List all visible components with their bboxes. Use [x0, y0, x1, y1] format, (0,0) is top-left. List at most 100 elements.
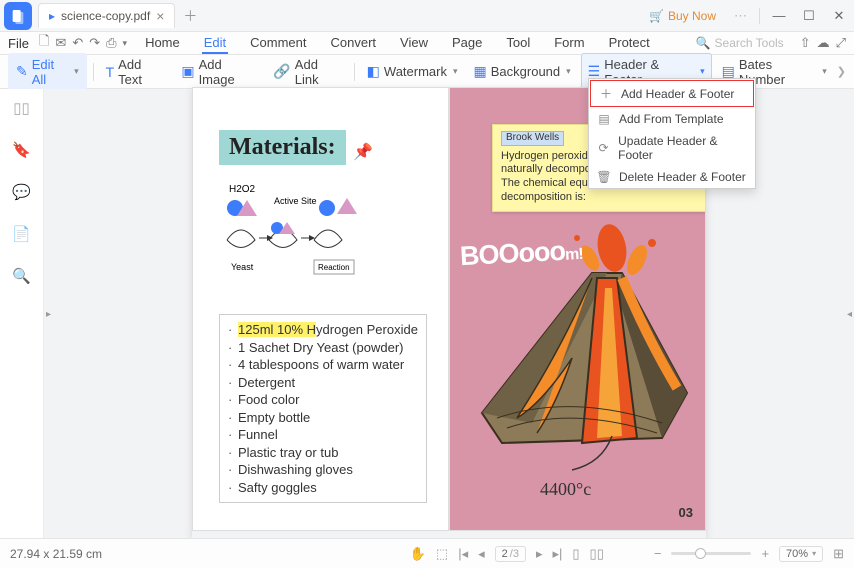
expand-right-icon[interactable]: ◂ [847, 309, 852, 320]
add-image-label: Add Image [199, 57, 258, 87]
new-tab-button[interactable]: ＋ [183, 6, 197, 26]
menu-label: Add From Template [619, 112, 724, 126]
sticky-author: Brook Wells [501, 131, 564, 146]
current-page: 2 [502, 548, 508, 560]
pdf-icon: ▸ [49, 9, 55, 23]
tab-home[interactable]: Home [143, 33, 182, 54]
mail-icon[interactable]: ✉ [55, 35, 66, 51]
hand-tool-icon[interactable]: ✋ [410, 546, 426, 562]
boom-text: BOOooom! [459, 235, 583, 272]
chemistry-diagram: H2O2 Active Site Yeast Reaction [219, 180, 379, 280]
tab-edit[interactable]: Edit [202, 33, 228, 54]
template-icon: ▤ [597, 112, 611, 126]
zoom-in-icon[interactable]: + [761, 546, 769, 561]
materials-heading: Materials: [219, 130, 346, 165]
tab-protect[interactable]: Protect [607, 33, 652, 54]
expand-left-icon[interactable]: ▸ [46, 309, 51, 320]
fit-page-icon[interactable]: ⊞ [833, 546, 844, 562]
menu-label: Upadate Header & Footer [618, 134, 747, 162]
list-item: 1 Sachet Dry Yeast (powder) [238, 339, 403, 357]
single-page-icon[interactable]: ▯ [572, 546, 579, 562]
two-page-icon[interactable]: ▯▯ [590, 546, 604, 562]
zoom-out-icon[interactable]: − [654, 546, 662, 561]
menu-label: Delete Header & Footer [619, 170, 746, 184]
print-icon[interactable]: ⎙ [106, 35, 116, 51]
app-icon [4, 2, 32, 30]
user-menu-icon[interactable]: ⋯ [734, 8, 747, 24]
undo-icon[interactable]: ↶ [72, 35, 83, 51]
save-icon[interactable]: 🗋 [39, 32, 49, 54]
fullscreen-icon[interactable]: ⤢ [836, 35, 846, 51]
cloud-icon[interactable]: ☁ [817, 35, 830, 51]
zoom-thumb[interactable] [695, 548, 706, 559]
zoom-level[interactable]: 70%▾ [779, 546, 823, 562]
list-item: Detergent [238, 374, 295, 392]
tab-comment[interactable]: Comment [248, 33, 308, 54]
thumbnails-icon[interactable]: ▯▯ [13, 99, 30, 117]
add-link-button[interactable]: 🔗 Add Link [267, 53, 347, 91]
more-icon[interactable]: ▾ [123, 38, 128, 49]
first-page-icon[interactable]: |◂ [458, 546, 468, 562]
edit-all-button[interactable]: ✎ Edit All ▾ [8, 53, 87, 91]
minimize-button[interactable]: — [764, 0, 794, 32]
plus-icon: ＋ [599, 85, 613, 102]
image-icon: ▣ [181, 63, 194, 80]
comments-icon[interactable]: 💬 [12, 183, 31, 201]
page-indicator[interactable]: 2/3 [495, 546, 526, 562]
search-panel-icon[interactable]: 🔍 [12, 267, 31, 285]
add-link-label: Add Link [295, 57, 342, 87]
add-image-button[interactable]: ▣ Add Image [175, 53, 263, 91]
watermark-button[interactable]: ◧Watermark▾ [361, 59, 464, 84]
tab-view[interactable]: View [398, 33, 430, 54]
tab-page[interactable]: Page [450, 33, 484, 54]
chevron-down-icon: ▾ [812, 549, 816, 558]
share-icon[interactable]: ⇧ [800, 35, 811, 51]
maximize-button[interactable]: ☐ [794, 0, 824, 32]
zoom-slider[interactable] [671, 552, 751, 555]
add-text-label: Add Text [118, 57, 165, 87]
list-item-text: ydrogen Peroxide [316, 322, 418, 337]
background-button[interactable]: ▦Background▾ [468, 59, 577, 84]
buy-now-label: Buy Now [668, 9, 716, 23]
page-dimensions: 27.94 x 21.59 cm [10, 547, 102, 561]
attachments-icon[interactable]: 📄 [12, 225, 31, 243]
list-item: Safty goggles [238, 479, 317, 497]
file-menu[interactable]: File [8, 36, 29, 51]
menu-delete-header-footer[interactable]: 🗑Delete Header & Footer [589, 166, 755, 188]
tab-filename: science-copy.pdf [61, 9, 150, 23]
list-item: Empty bottle [238, 409, 310, 427]
add-text-button[interactable]: TAdd Text [100, 53, 172, 91]
materials-list: ·125ml 10% Hydrogen Peroxide ·1 Sachet D… [219, 314, 427, 503]
select-tool-icon[interactable]: ⬚ [436, 546, 448, 562]
search-tools[interactable]: 🔍 Search Tools [696, 36, 784, 50]
background-label: Background [491, 64, 560, 79]
last-page-icon[interactable]: ▸| [552, 546, 562, 562]
text-icon: T [106, 64, 115, 80]
edit-all-icon: ✎ [16, 63, 28, 80]
prev-page-icon[interactable]: ◂ [478, 546, 485, 562]
menu-add-from-template[interactable]: ▤ Add From Template [589, 108, 755, 130]
chevron-down-icon: ▾ [700, 66, 705, 77]
chevron-down-icon: ▾ [74, 66, 79, 77]
total-pages: /3 [510, 548, 519, 560]
close-window-button[interactable]: ✕ [824, 0, 854, 32]
menu-update-header-footer[interactable]: ⟳Upadate Header & Footer [589, 130, 755, 166]
document-tab[interactable]: ▸ science-copy.pdf × [38, 3, 175, 28]
buy-now-link[interactable]: 🛒 Buy Now [649, 9, 716, 23]
tab-tool[interactable]: Tool [504, 33, 532, 54]
chevron-down-icon: ▾ [822, 66, 827, 77]
list-item: Food color [238, 391, 299, 409]
bookmarks-icon[interactable]: 🔖 [12, 141, 31, 159]
watermark-label: Watermark [384, 64, 447, 79]
tab-convert[interactable]: Convert [329, 33, 379, 54]
toolbar-overflow-icon[interactable]: ❯ [837, 65, 846, 78]
next-page-icon[interactable]: ▸ [536, 546, 543, 562]
pin-icon[interactable]: 📌 [353, 142, 373, 162]
close-tab-icon[interactable]: × [156, 8, 164, 24]
tab-form[interactable]: Form [552, 33, 586, 54]
link-icon: 🔗 [273, 63, 290, 80]
menu-add-header-footer[interactable]: ＋Add Header & Footer [590, 80, 754, 107]
search-placeholder: Search Tools [715, 36, 784, 50]
redo-icon[interactable]: ↷ [89, 35, 100, 51]
list-item: Funnel [238, 426, 278, 444]
